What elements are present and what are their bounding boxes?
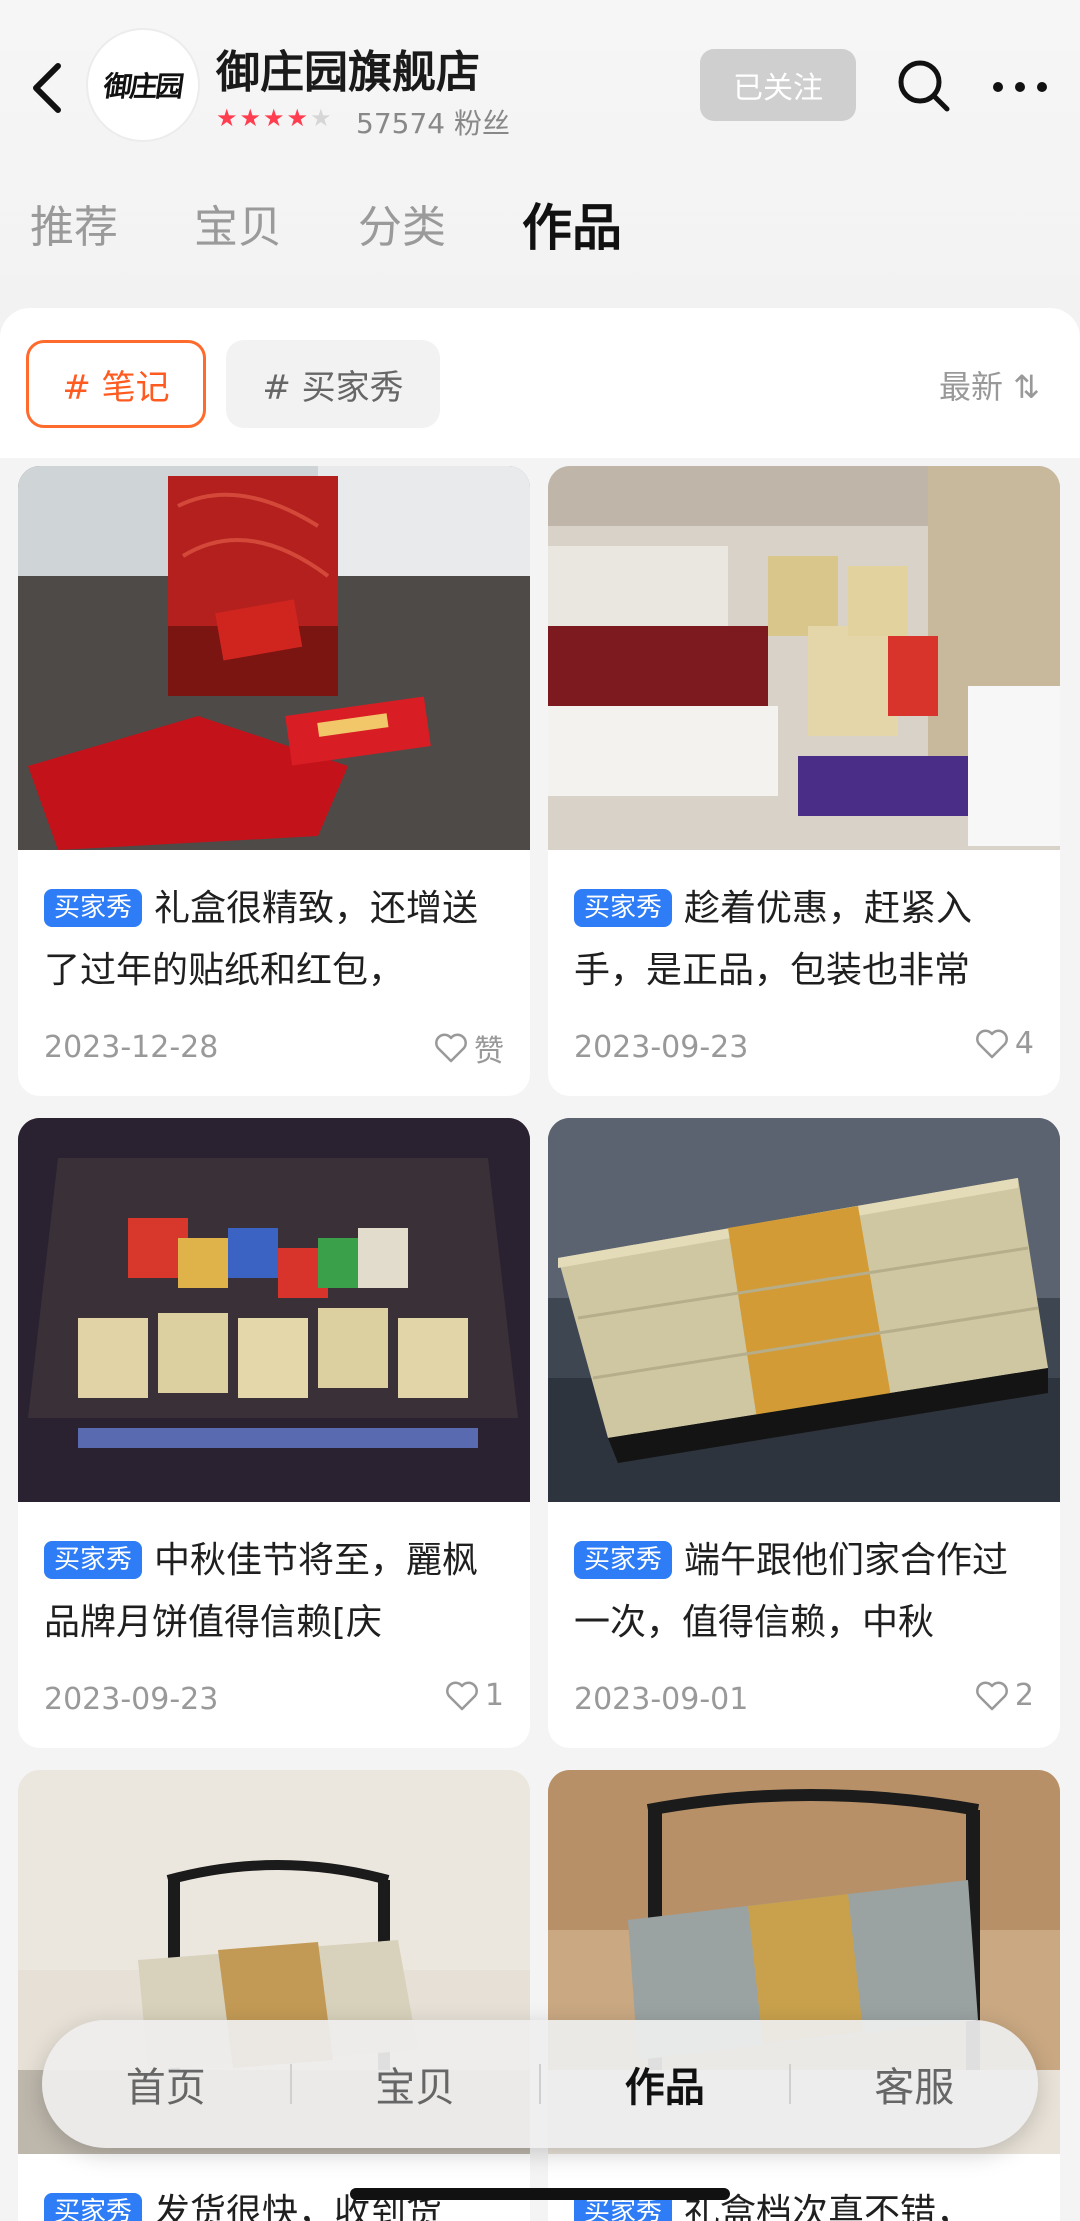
search-icon[interactable] <box>896 58 952 114</box>
like-count: 2 <box>1014 1678 1034 1713</box>
nav-items[interactable]: 宝贝 <box>292 2055 540 2113</box>
star-icon: ★ <box>286 104 309 132</box>
tab-category[interactable]: 分类 <box>358 198 446 258</box>
post-date: 2023-09-01 <box>574 1682 749 1717</box>
filter-chip-notes[interactable]: # 笔记 <box>26 340 206 428</box>
post-image-gift-box-red-envelopes <box>18 466 530 850</box>
like-count: 1 <box>484 1678 504 1713</box>
sort-latest-button[interactable]: 最新 ⇅ <box>939 362 1040 408</box>
filter-chip-buyer-show[interactable]: # 买家秀 <box>226 340 440 428</box>
post-card[interactable]: 买家秀 端午跟他们家合作过一次，值得信赖，中秋 2023-09-01 2 <box>548 1118 1060 1748</box>
post-title: 买家秀 礼盒很精致，还增送了过年的贴纸和红包， <box>44 888 479 991</box>
post-title: 买家秀 中秋佳节将至，麗枫品牌月饼值得信赖[庆 <box>44 1540 479 1643</box>
post-card[interactable]: 买家秀 礼盒很精致，还增送了过年的贴纸和红包， 2023-12-28 赞 <box>18 466 530 1096</box>
star-icon: ★ <box>239 104 262 132</box>
post-image-gold-gift-box <box>548 1118 1060 1502</box>
post-date: 2023-09-23 <box>574 1030 749 1065</box>
nav-works[interactable]: 作品 <box>541 2055 789 2113</box>
like-button[interactable]: 4 <box>975 1026 1034 1061</box>
rating-stars: ★ ★ ★ ★ ★ <box>216 106 332 130</box>
like-count: 4 <box>1014 1026 1034 1061</box>
like-count: 赞 <box>474 1034 504 1069</box>
post-card[interactable]: 买家秀 发货很快，收到货 <box>18 1770 530 2221</box>
nav-home[interactable]: 首页 <box>42 2055 290 2113</box>
star-icon: ★ <box>216 104 238 132</box>
star-empty-icon: ★ <box>310 104 332 132</box>
post-card[interactable]: 买家秀 礼盒档次真不错， <box>548 1770 1060 2221</box>
tab-works[interactable]: 作品 <box>522 198 622 258</box>
buyer-show-badge: 买家秀 <box>574 1541 673 1579</box>
star-icon: ★ <box>263 104 285 132</box>
like-button[interactable]: 2 <box>975 1678 1034 1713</box>
buyer-show-badge: 买家秀 <box>44 889 143 927</box>
home-indicator[interactable] <box>350 2188 730 2200</box>
tab-items[interactable]: 宝贝 <box>194 198 282 258</box>
post-date: 2023-12-28 <box>44 1030 219 1065</box>
like-button[interactable]: 1 <box>445 1678 504 1713</box>
post-date: 2023-09-23 <box>44 1682 219 1717</box>
shop-name[interactable]: 御庄园旗舰店 <box>216 36 480 100</box>
like-button[interactable]: 赞 <box>434 1026 504 1070</box>
heart-icon <box>975 1681 1008 1710</box>
post-title: 买家秀 趁着优惠，赶紧入手，是正品，包装也非常 <box>574 888 973 991</box>
buyer-show-badge: 买家秀 <box>44 1541 143 1579</box>
fans-count: 57574 粉丝 <box>356 107 510 140</box>
nav-customer-service[interactable]: 客服 <box>791 2055 1039 2113</box>
heart-icon <box>975 1029 1008 1058</box>
back-arrow-icon[interactable] <box>28 58 68 118</box>
buyer-show-badge: 买家秀 <box>44 2193 143 2221</box>
heart-icon <box>445 1681 478 1710</box>
heart-icon <box>435 1033 467 1063</box>
shop-tabs: 推荐 宝贝 分类 作品 <box>30 198 698 258</box>
bottom-nav: 首页 宝贝 作品 客服 <box>42 2020 1038 2148</box>
post-card[interactable]: 买家秀 中秋佳节将至，麗枫品牌月饼值得信赖[庆 2023-09-23 1 <box>18 1118 530 1748</box>
tab-recommend[interactable]: 推荐 <box>30 198 118 258</box>
more-icon[interactable] <box>990 72 1050 102</box>
post-card[interactable]: 买家秀 趁着优惠，赶紧入手，是正品，包装也非常 2023-09-23 4 <box>548 466 1060 1096</box>
shop-logo[interactable]: 御庄园 <box>88 30 198 140</box>
post-title: 买家秀 端午跟他们家合作过一次，值得信赖，中秋 <box>574 1540 1009 1643</box>
post-image-suv-trunk-boxes <box>18 1118 530 1502</box>
post-image-car-trunk-gifts <box>548 466 1060 850</box>
follow-button[interactable]: 已关注 <box>700 49 856 121</box>
buyer-show-badge: 买家秀 <box>574 889 673 927</box>
